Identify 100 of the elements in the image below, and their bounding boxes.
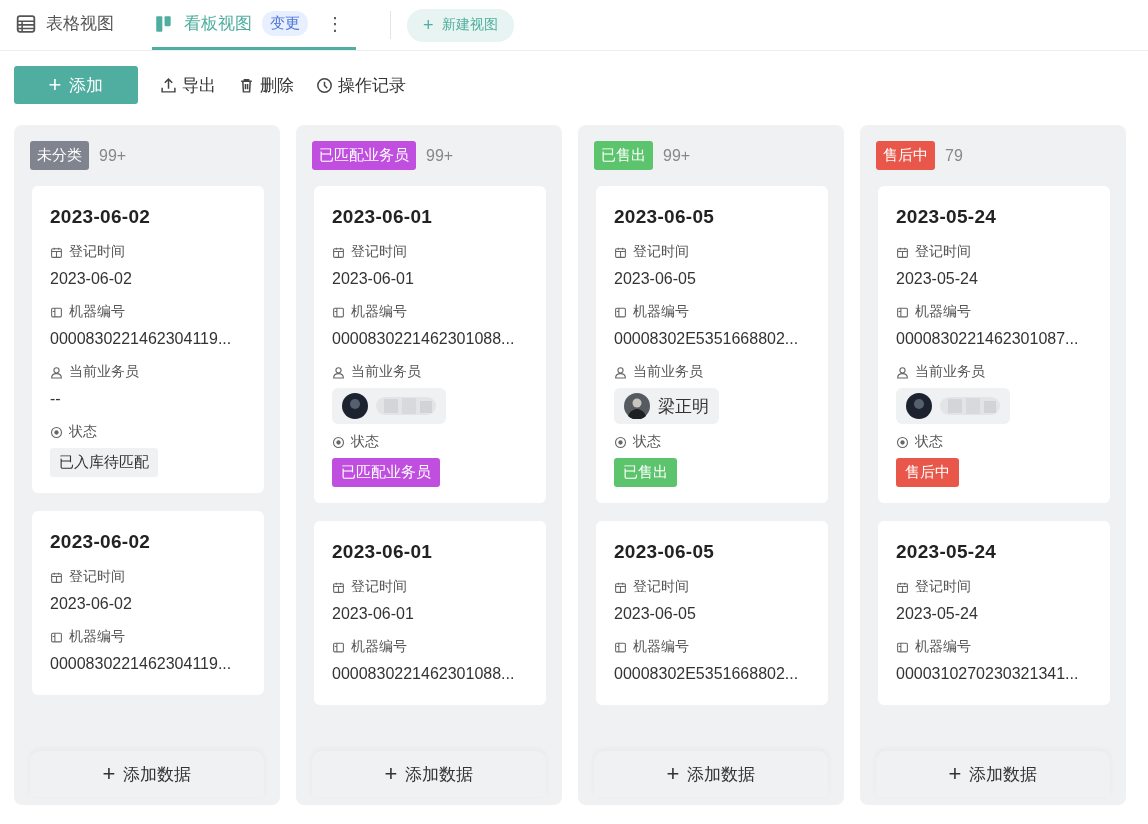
- field-label: 当前业务员: [633, 363, 703, 381]
- column-tag: 未分类: [30, 141, 89, 170]
- field-label: 机器编号: [351, 638, 407, 656]
- field-value: 2023-06-01: [332, 270, 414, 288]
- field-label: 登记时间: [915, 578, 971, 596]
- id-card-icon: [614, 305, 627, 319]
- clock-icon: [316, 76, 333, 94]
- person-icon: [896, 365, 909, 379]
- field-label: 登记时间: [915, 243, 971, 261]
- calendar-icon: [50, 570, 63, 584]
- avatar: [342, 393, 368, 419]
- field-label: 登记时间: [351, 243, 407, 261]
- person-chip[interactable]: [896, 388, 1010, 424]
- export-button[interactable]: 导出: [160, 73, 216, 97]
- record-card[interactable]: 2023-06-02 登记时间 2023-06-02 机器编号 0000830221462304119... 当前业务员 -- 状态 已入库待匹配: [32, 186, 264, 493]
- calendar-icon: [332, 580, 345, 594]
- card-title: 2023-06-01: [332, 541, 433, 562]
- radio-icon: [614, 435, 627, 449]
- add-data-button[interactable]: + 添加数据: [594, 751, 828, 797]
- card-title: 2023-05-24: [896, 206, 997, 227]
- record-card[interactable]: 2023-06-01 登记时间 2023-06-01 机器编号 0000830221462301088...: [314, 521, 546, 705]
- record-card[interactable]: 2023-06-02 登记时间 2023-06-02 机器编号 0000830221462304119...: [32, 511, 264, 695]
- upload-icon: [160, 76, 177, 94]
- field-label: 状态: [633, 433, 661, 451]
- person-chip[interactable]: [332, 388, 446, 424]
- change-badge[interactable]: 变更: [262, 11, 308, 36]
- field-label: 机器编号: [633, 303, 689, 321]
- field-value: 2023-06-05: [614, 605, 696, 623]
- view-tab[interactable]: 看板视图 变更 ⋮: [152, 0, 356, 50]
- field-value: 2023-05-24: [896, 270, 978, 288]
- person-icon: [614, 365, 627, 379]
- delete-button[interactable]: 删除: [238, 73, 294, 97]
- field-value: 2023-06-01: [332, 605, 414, 623]
- field-label: 登记时间: [633, 243, 689, 261]
- trash-icon: [238, 76, 255, 94]
- person-icon: [50, 365, 63, 379]
- record-card[interactable]: 2023-06-05 登记时间 2023-06-05 机器编号 00008302E5351668802...: [596, 521, 828, 705]
- person-chip[interactable]: 梁正明: [614, 388, 719, 424]
- radio-icon: [896, 435, 909, 449]
- record-card[interactable]: 2023-06-01 登记时间 2023-06-01 机器编号 0000830221462301088... 当前业务员 状态 已匹配业务员: [314, 186, 546, 503]
- field-label: 登记时间: [69, 568, 125, 586]
- field-value: 0000830221462304119...: [50, 330, 232, 348]
- id-card-icon: [896, 305, 909, 319]
- avatar: [624, 393, 650, 419]
- status-tag: 售后中: [896, 458, 959, 487]
- field-label: 当前业务员: [351, 363, 421, 381]
- column-count: 99+: [426, 146, 454, 165]
- add-data-button[interactable]: + 添加数据: [876, 751, 1110, 797]
- field-label: 机器编号: [915, 303, 971, 321]
- radio-icon: [332, 435, 345, 449]
- field-value: --: [50, 390, 61, 408]
- id-card-icon: [614, 640, 627, 654]
- field-label: 状态: [351, 433, 379, 451]
- view-tab[interactable]: 表格视图: [14, 0, 126, 50]
- column-count: 79: [945, 146, 963, 165]
- avatar: [906, 393, 932, 419]
- card-title: 2023-06-05: [614, 541, 715, 562]
- field-label: 机器编号: [69, 628, 125, 646]
- table-icon: [16, 13, 36, 34]
- add-data-button[interactable]: + 添加数据: [312, 751, 546, 797]
- calendar-icon: [896, 245, 909, 259]
- more-icon[interactable]: ⋮: [326, 12, 344, 35]
- record-card[interactable]: 2023-05-24 登记时间 2023-05-24 机器编号 0000310270230321341...: [878, 521, 1110, 705]
- blurred-name: [376, 395, 436, 417]
- calendar-icon: [614, 245, 627, 259]
- column-tag: 售后中: [876, 141, 935, 170]
- board-icon: [154, 13, 174, 34]
- id-card-icon: [332, 640, 345, 654]
- record-card[interactable]: 2023-05-24 登记时间 2023-05-24 机器编号 0000830221462301087... 当前业务员 状态 售后中: [878, 186, 1110, 503]
- add-data-button[interactable]: + 添加数据: [30, 751, 264, 797]
- column-tag: 已售出: [594, 141, 653, 170]
- field-label: 状态: [69, 423, 97, 441]
- calendar-icon: [896, 580, 909, 594]
- field-label: 当前业务员: [915, 363, 985, 381]
- field-value: 0000310270230321341...: [896, 665, 1079, 683]
- column-tag: 已匹配业务员: [312, 141, 416, 170]
- field-value: 2023-06-05: [614, 270, 696, 288]
- card-title: 2023-06-01: [332, 206, 433, 227]
- field-value: 0000830221462301088...: [332, 330, 515, 348]
- field-label: 机器编号: [915, 638, 971, 656]
- record-card[interactable]: 2023-06-05 登记时间 2023-06-05 机器编号 00008302E5351668802... 当前业务员 梁正明 状态 已售出: [596, 186, 828, 503]
- card-title: 2023-06-02: [50, 531, 151, 552]
- card-title: 2023-05-24: [896, 541, 997, 562]
- field-value: 2023-06-02: [50, 270, 132, 288]
- field-label: 状态: [915, 433, 943, 451]
- calendar-icon: [332, 245, 345, 259]
- field-value: 0000830221462301087...: [896, 330, 1079, 348]
- id-card-icon: [332, 305, 345, 319]
- calendar-icon: [614, 580, 627, 594]
- field-value: 00008302E5351668802...: [614, 330, 799, 348]
- column-count: 99+: [99, 146, 127, 165]
- field-label: 当前业务员: [69, 363, 139, 381]
- blurred-name: [940, 395, 1000, 417]
- id-card-icon: [50, 305, 63, 319]
- card-title: 2023-06-05: [614, 206, 715, 227]
- history-button[interactable]: 操作记录: [316, 73, 406, 97]
- field-value: 0000830221462304119...: [50, 655, 232, 673]
- id-card-icon: [50, 630, 63, 644]
- column-count: 99+: [663, 146, 691, 165]
- card-title: 2023-06-02: [50, 206, 151, 227]
